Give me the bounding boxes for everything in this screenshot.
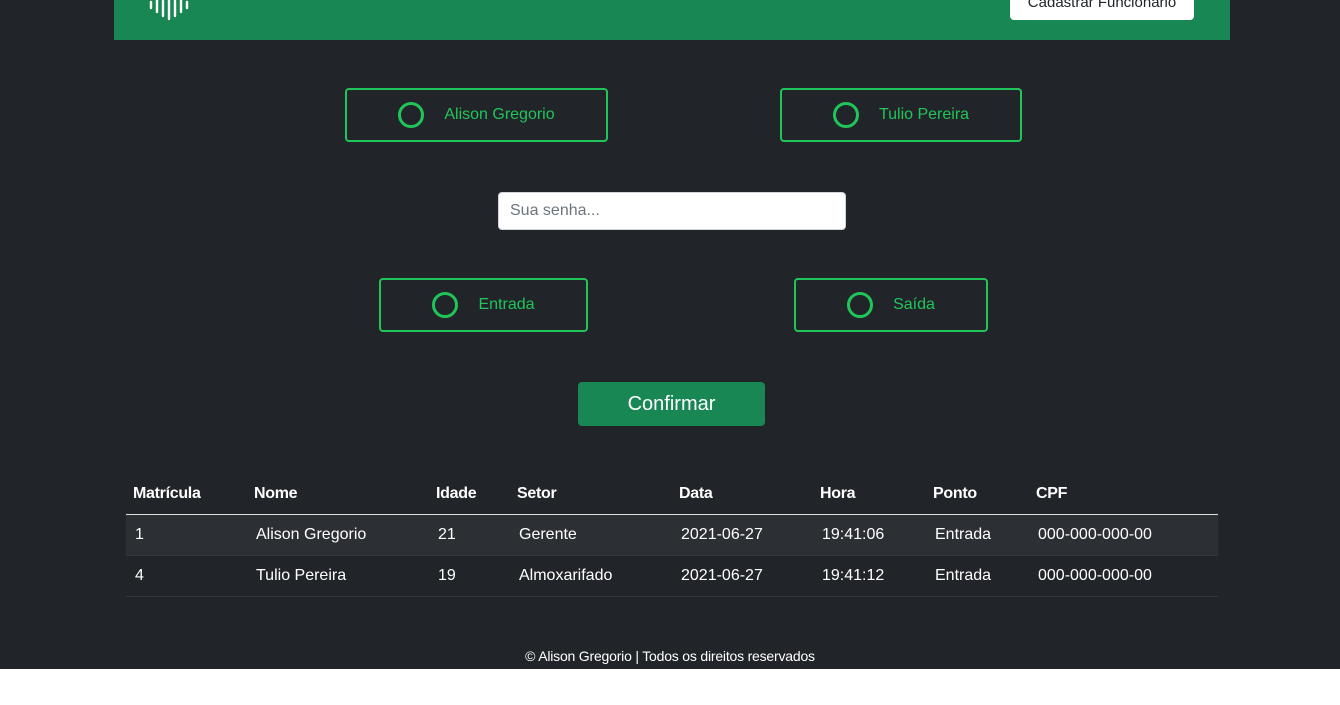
table-cell: 2021-06-27 — [672, 555, 813, 597]
employee-option-tulio[interactable]: Tulio Pereira — [780, 88, 1022, 142]
radio-circle-icon — [432, 292, 459, 318]
table-cell: 2021-06-27 — [672, 514, 813, 556]
employee-option-alison[interactable]: Alison Gregorio — [345, 88, 608, 142]
radio-circle-icon — [832, 102, 859, 128]
footer-copyright: © Alison Gregorio | Todos os direitos re… — [525, 648, 815, 664]
table-cell: Entrada — [926, 555, 1029, 597]
column-header: Data — [672, 473, 813, 515]
column-header: Ponto — [926, 473, 1029, 515]
radio-circle-icon — [847, 292, 874, 318]
table-cell: 000-000-000-00 — [1029, 514, 1218, 556]
radio-circle-icon — [398, 102, 425, 128]
table-cell: 4 — [126, 555, 247, 597]
punch-option-saida[interactable]: Saída — [794, 278, 988, 332]
punch-option-label: Entrada — [478, 296, 535, 313]
column-header: Nome — [247, 473, 429, 515]
page: Cadastrar Funcionário Alison Gregorio Tu… — [0, 0, 1340, 669]
punch-records-table: Matrícula Nome Idade Setor Data Hora Pon… — [126, 473, 1218, 597]
table-cell: 19:41:06 — [813, 514, 926, 556]
password-input[interactable] — [498, 192, 846, 230]
table-cell: Tulio Pereira — [247, 555, 429, 597]
navbar: Cadastrar Funcionário — [114, 0, 1230, 40]
punch-option-label: Saída — [893, 296, 935, 313]
table-header-row: Matrícula Nome Idade Setor Data Hora Pon… — [126, 473, 1218, 515]
table-cell: Entrada — [926, 514, 1029, 556]
table-cell: Alison Gregorio — [247, 514, 429, 556]
fingerprint-icon[interactable] — [148, 0, 192, 22]
table-cell: 000-000-000-00 — [1029, 555, 1218, 597]
column-header: Setor — [510, 473, 672, 515]
column-header: Idade — [429, 473, 510, 515]
table-cell: 19:41:12 — [813, 555, 926, 597]
employee-option-label: Tulio Pereira — [878, 106, 970, 123]
table-cell: 21 — [429, 514, 510, 556]
table-cell: Almoxarifado — [510, 555, 672, 597]
register-employee-button[interactable]: Cadastrar Funcionário — [1010, 0, 1194, 20]
employee-option-label: Alison Gregorio — [444, 106, 555, 123]
confirm-button[interactable]: Confirmar — [578, 382, 765, 426]
column-header: CPF — [1029, 473, 1218, 515]
table-row: 1 Alison Gregorio 21 Gerente 2021-06-27 … — [126, 514, 1218, 556]
table-row: 4 Tulio Pereira 19 Almoxarifado 2021-06-… — [126, 555, 1218, 597]
column-header: Hora — [813, 473, 926, 515]
column-header: Matrícula — [126, 473, 247, 515]
table-cell: 1 — [126, 514, 247, 556]
table-cell: 19 — [429, 555, 510, 597]
table-cell: Gerente — [510, 514, 672, 556]
punch-option-entrada[interactable]: Entrada — [379, 278, 588, 332]
